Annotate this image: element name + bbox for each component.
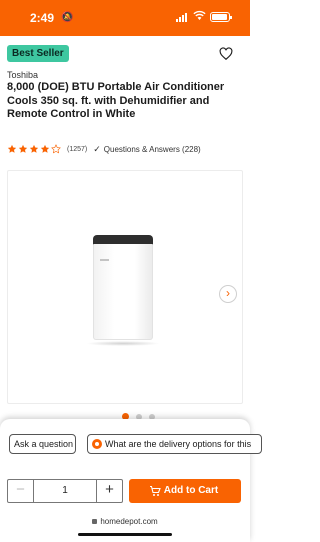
status-time: 2:49 [30, 11, 55, 25]
status-bar: 2:49 🔕 [0, 0, 250, 36]
wifi-icon [193, 10, 206, 20]
ask-question-chip[interactable]: Ask a question [9, 434, 76, 454]
add-to-cart-button[interactable]: Add to Cart [129, 479, 241, 503]
star-icon [29, 144, 39, 153]
sparkle-icon [92, 439, 102, 449]
minus-button[interactable]: − [8, 480, 34, 502]
star-icon [40, 144, 50, 153]
heart-icon[interactable] [219, 47, 233, 61]
star-empty-icon [51, 144, 61, 154]
delivery-question-label: What are the delivery options for this [105, 439, 252, 449]
plus-button[interactable]: + [96, 480, 122, 502]
bell-slash-icon: 🔕 [61, 12, 74, 23]
battery-icon [210, 12, 232, 22]
quantity-input[interactable]: 1 [34, 480, 96, 502]
chevron-check-icon: ✓ [93, 143, 101, 154]
best-seller-badge: Best Seller [7, 45, 69, 62]
browser-url-bar[interactable]: homedepot.com [0, 517, 250, 526]
product-title: 8,000 (DOE) BTU Portable Air Conditioner… [7, 81, 225, 120]
delivery-question-chip[interactable]: What are the delivery options for this [87, 434, 262, 454]
cellular-signal-icon [176, 13, 187, 22]
star-rating [7, 144, 61, 154]
url-text: homedepot.com [100, 517, 158, 526]
home-indicator [78, 533, 172, 536]
product-image [93, 235, 153, 341]
review-count[interactable]: (1257) [67, 146, 87, 153]
product-brand[interactable]: Toshiba [7, 70, 38, 80]
product-shadow [86, 341, 160, 346]
bottom-action-sheet: Ask a question What are the delivery opt… [0, 419, 262, 542]
lock-icon [92, 519, 98, 524]
star-icon [7, 144, 17, 153]
product-image-gallery[interactable]: › [7, 170, 243, 404]
questions-answers-link[interactable]: Questions & Answers (228) [104, 145, 201, 154]
add-to-cart-label: Add to Cart [163, 485, 219, 496]
rating-row[interactable]: (1257) ✓ Questions & Answers (228) [7, 143, 201, 155]
cart-icon [150, 485, 161, 496]
star-icon [18, 144, 28, 153]
chevron-right-icon[interactable]: › [219, 285, 237, 303]
quantity-stepper: − 1 + [7, 479, 123, 503]
